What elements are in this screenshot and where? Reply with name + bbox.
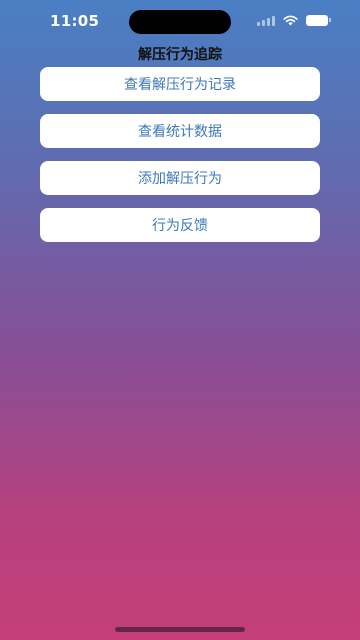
view-records-button[interactable]: 查看解压行为记录: [40, 67, 320, 101]
status-bar: 11:05: [0, 0, 360, 40]
status-time: 11:05: [50, 12, 100, 30]
action-menu: 查看解压行为记录 查看统计数据 添加解压行为 行为反馈: [40, 67, 320, 255]
page-title: 解压行为追踪: [138, 47, 222, 63]
status-icons: [257, 13, 331, 27]
battery-icon: [306, 14, 331, 26]
signal-icon: [257, 15, 275, 26]
view-statistics-button[interactable]: 查看统计数据: [40, 114, 320, 148]
dynamic-island: [129, 10, 231, 34]
home-indicator[interactable]: [115, 627, 245, 632]
app-screen: 11:05 解压行为追踪 查看解压行为记录 查看统计数据 添加解压行为 行为反馈: [0, 0, 360, 640]
behavior-feedback-button[interactable]: 行为反馈: [40, 208, 320, 242]
wifi-icon: [283, 15, 298, 26]
add-behavior-button[interactable]: 添加解压行为: [40, 161, 320, 195]
